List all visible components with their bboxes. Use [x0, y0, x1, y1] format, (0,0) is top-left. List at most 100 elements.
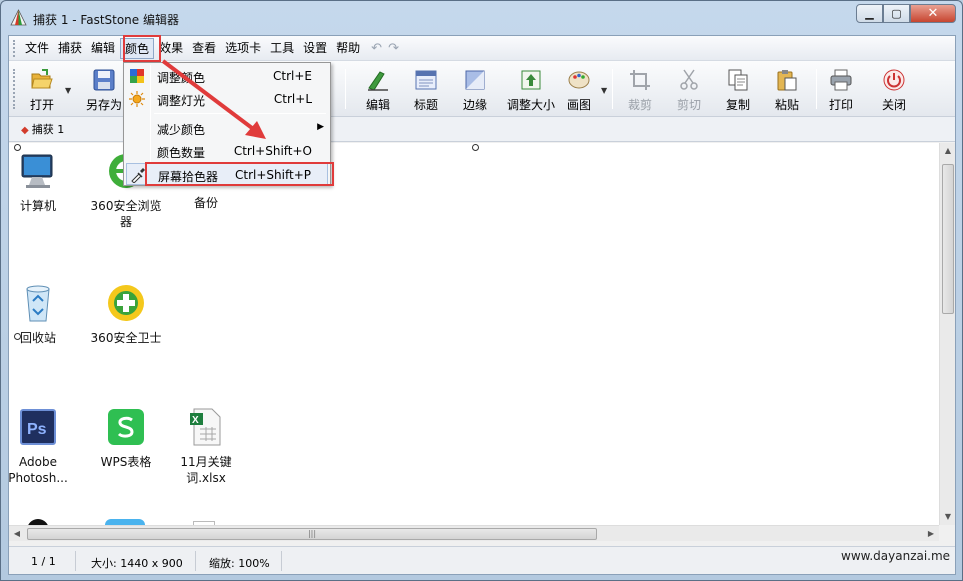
eyedropper-icon	[131, 168, 145, 183]
menu-item-reduce-colors[interactable]: 减少颜色 ▶	[126, 117, 328, 139]
horizontal-scrollbar[interactable]: ◀ ||| ▶	[9, 525, 939, 541]
color-picker-highlight	[145, 162, 334, 186]
desktop-icon-recycle-bin: 回收站	[9, 283, 77, 346]
360-safe-icon	[108, 285, 144, 321]
resize-icon	[521, 70, 541, 90]
edit-label: 编辑	[365, 98, 390, 112]
selection-handle[interactable]	[14, 144, 21, 151]
icon-label: Adobe Photosh...	[9, 455, 68, 485]
tab-diamond-icon: ◆	[21, 125, 29, 136]
maximize-button[interactable]: ▢	[883, 4, 910, 23]
maximize-icon: ▢	[891, 7, 902, 20]
wps-sheet-icon	[108, 409, 144, 445]
copy-button[interactable]: 复制	[711, 65, 765, 113]
crop-icon	[630, 70, 650, 90]
scroll-left-icon[interactable]: ◀	[9, 526, 25, 542]
clipboard-paste-icon	[777, 70, 797, 91]
selection-handle[interactable]	[472, 144, 479, 151]
close-image-label: 关闭	[881, 98, 906, 112]
menu-item-label: 调整颜色	[157, 71, 206, 85]
image-canvas[interactable]: 计算机 360安全浏览器 备份 回收站 360安全卫士 Ps Adobe Pho…	[9, 143, 939, 525]
menu-file[interactable]: 文件	[21, 38, 53, 59]
close-window-button[interactable]: ✕	[910, 4, 956, 23]
icon-label: 360安全卫士	[90, 331, 162, 345]
power-icon	[883, 69, 905, 91]
minimize-button[interactable]: ▁	[856, 4, 883, 23]
edge-label: 边缘	[462, 98, 487, 112]
close-icon: ✕	[927, 6, 939, 21]
status-bar: 1 / 1 大小: 1440 x 900 缩放: 100%	[9, 546, 955, 574]
menu-tabs[interactable]: 选项卡	[221, 38, 265, 59]
edit-button[interactable]: 编辑	[351, 65, 405, 113]
status-size: 大小: 1440 x 900	[91, 557, 183, 570]
paste-button[interactable]: 粘贴	[760, 65, 814, 113]
faststone-app-icon	[10, 9, 27, 26]
open-button[interactable]: 打开	[15, 65, 69, 113]
menu-item-adjust-lighting[interactable]: 调整灯光 Ctrl+L	[126, 88, 328, 110]
site-watermark: www.dayanzai.me	[841, 549, 951, 563]
photoshop-icon: Ps	[20, 409, 56, 445]
caption-label: 标题	[413, 98, 438, 112]
folder-open-icon	[31, 69, 53, 89]
tab-label: 捕获 1	[31, 123, 65, 136]
window-title: 捕获 1 - FastStone 编辑器	[33, 13, 179, 27]
sun-icon	[129, 91, 145, 107]
menu-view[interactable]: 查看	[188, 38, 220, 59]
edge-icon	[465, 70, 485, 90]
vertical-scroll-thumb[interactable]	[942, 164, 954, 314]
print-label: 打印	[828, 98, 853, 112]
scroll-right-icon[interactable]: ▶	[923, 526, 939, 542]
status-page: 1 / 1	[31, 555, 56, 568]
edge-button[interactable]: 边缘	[448, 65, 502, 113]
scroll-down-icon[interactable]: ▼	[940, 509, 956, 525]
undo-icon[interactable]: ↶	[371, 41, 382, 56]
menu-item-label: 调整灯光	[157, 94, 206, 108]
menu-item-color-count[interactable]: 颜色数量 Ctrl+Shift+O	[126, 140, 328, 162]
scissors-icon	[680, 69, 698, 90]
icon-label: 11月关键词.xlsx	[180, 455, 232, 485]
scroll-up-icon[interactable]: ▲	[940, 143, 956, 159]
redo-icon[interactable]: ↷	[388, 41, 399, 56]
adjust-colors-icon	[130, 69, 144, 83]
crop-label: 裁剪	[627, 98, 652, 112]
title-bar[interactable]: 捕获 1 - FastStone 编辑器 ▁ ▢ ✕	[1, 1, 962, 35]
menu-tools[interactable]: 工具	[266, 38, 298, 59]
cut-button[interactable]: 剪切	[662, 65, 716, 113]
menu-item-shortcut: Ctrl+L	[273, 92, 312, 106]
menu-item-label: 减少颜色	[157, 123, 206, 137]
vertical-scrollbar[interactable]: ▲ ▼	[939, 143, 955, 525]
submenu-arrow-icon: ▶	[317, 122, 324, 132]
print-button[interactable]: 打印	[814, 65, 868, 113]
menu-item-adjust-colors[interactable]: 调整颜色 Ctrl+E	[126, 65, 328, 87]
menu-help[interactable]: 帮助	[332, 38, 364, 59]
open-dropdown-icon[interactable]: ▼	[65, 86, 71, 95]
menu-grip[interactable]	[13, 40, 16, 57]
cut-label: 剪切	[676, 98, 701, 112]
copy-label: 复制	[725, 98, 750, 112]
desktop-icon-computer: 计算机	[9, 151, 77, 214]
printer-icon	[830, 69, 852, 91]
draw-dropdown-icon[interactable]: ▼	[601, 86, 607, 95]
crop-button[interactable]: 裁剪	[613, 65, 667, 113]
tab-capture-1[interactable]: ◆ 捕获 1	[13, 120, 72, 140]
computer-icon	[21, 154, 53, 188]
desktop-icon-xlsx-file: X 11月关键词.xlsx	[167, 407, 245, 486]
desktop-icon-photoshop: Ps Adobe Photosh...	[9, 407, 77, 486]
horizontal-scroll-thumb[interactable]: |||	[27, 528, 597, 540]
color-menu-highlight	[123, 35, 161, 62]
menu-item-shortcut: Ctrl+E	[273, 69, 312, 83]
draw-button[interactable]: 画图	[552, 65, 606, 113]
menu-separator	[154, 113, 326, 114]
caption-icon	[415, 70, 437, 90]
menu-capture[interactable]: 捕获	[54, 38, 86, 59]
status-separator	[281, 551, 282, 571]
open-label: 打开	[29, 98, 54, 112]
client-area: 文件 捕获 编辑 颜色 效果 查看 选项卡 工具 设置 帮助 ↶ ↷ 打开 ▼ …	[8, 35, 956, 575]
svg-text:Ps: Ps	[27, 421, 47, 438]
menu-edit[interactable]: 编辑	[87, 38, 119, 59]
menu-settings[interactable]: 设置	[299, 38, 331, 59]
close-image-button[interactable]: 关闭	[867, 65, 921, 113]
menu-item-label: 颜色数量	[157, 146, 206, 160]
caption-button[interactable]: 标题	[399, 65, 453, 113]
minimize-icon: ▁	[865, 7, 874, 20]
